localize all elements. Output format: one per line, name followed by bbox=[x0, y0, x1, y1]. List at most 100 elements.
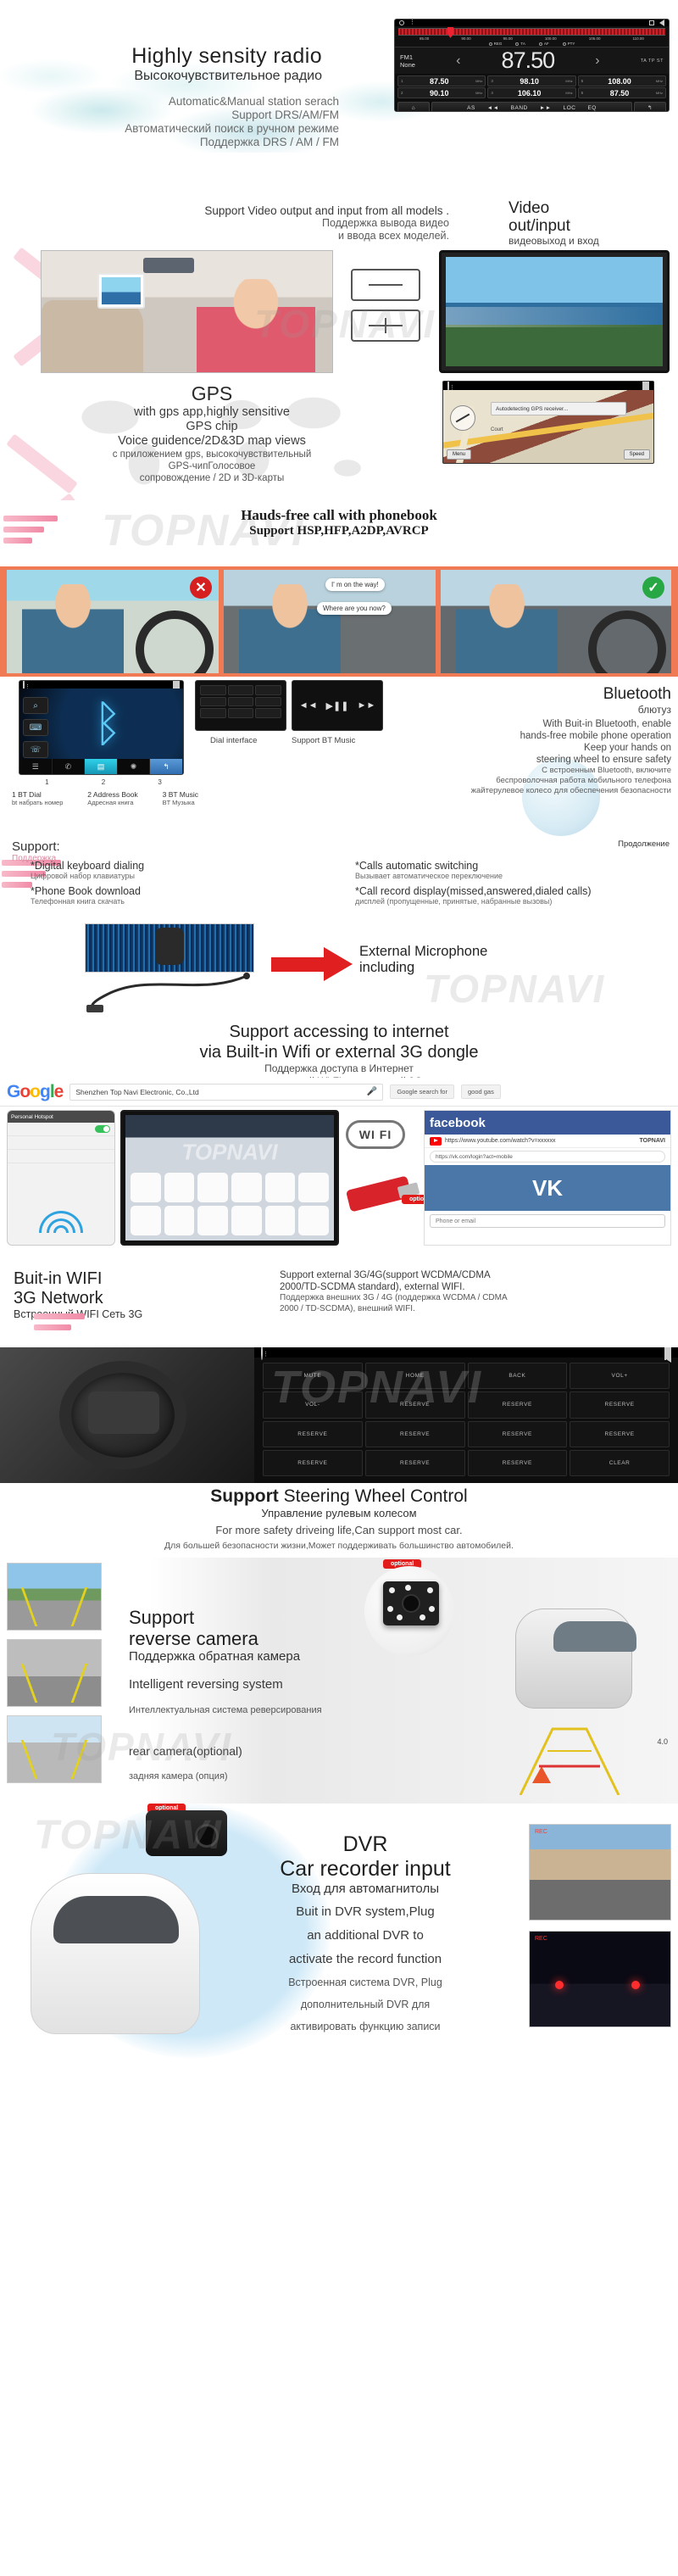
google-search-input[interactable]: Shenzhen Top Navi Electronic, Co.,Ltd 🎤 bbox=[69, 1083, 384, 1101]
menu-button[interactable]: Menu bbox=[447, 449, 472, 460]
compass-icon[interactable] bbox=[450, 405, 475, 431]
swc-button[interactable]: VOL+ bbox=[570, 1363, 670, 1390]
dial-interface-screen[interactable] bbox=[195, 680, 286, 731]
app-grid[interactable] bbox=[131, 1173, 329, 1235]
bt-back-icon[interactable]: ↰ bbox=[150, 759, 183, 774]
recent-apps-icon[interactable] bbox=[399, 20, 404, 25]
play-pause-icon[interactable]: ▶❚❚ bbox=[326, 700, 349, 711]
swc-learning-screen[interactable]: ⋮ MUTE HOME BACK VOL+ VOL- RESERVE RESER… bbox=[254, 1347, 678, 1483]
youtube-row[interactable]: https://www.youtube.com/watch?v=xxxxxx T… bbox=[425, 1135, 670, 1148]
bt-dial-tab-icon[interactable]: ☰ bbox=[19, 759, 53, 774]
hotspot-toggle[interactable] bbox=[95, 1125, 110, 1133]
web-pages-panel[interactable]: facebook https://www.youtube.com/watch?v… bbox=[424, 1110, 671, 1246]
preset-button[interactable]: 2 90.10 MHz bbox=[397, 87, 486, 98]
app-icon[interactable] bbox=[264, 1206, 296, 1235]
app-icon[interactable] bbox=[264, 1173, 296, 1202]
keypad-key[interactable] bbox=[200, 696, 226, 707]
radio-function-bar[interactable]: AS ◄◄ BAND ►► LOC EQ bbox=[431, 102, 632, 111]
bt-music-tab-icon[interactable]: ▤ bbox=[85, 759, 118, 774]
next-station-icon[interactable]: › bbox=[595, 53, 599, 69]
bluetooth-main-screen[interactable]: ⋮ ⌕ ⌨ ☏ ᛒ ☰ ✆ ▤ ✺ ↰ bbox=[19, 680, 184, 775]
app-icon[interactable] bbox=[298, 1206, 329, 1235]
keypad-key[interactable] bbox=[200, 685, 226, 695]
rds-flag-row[interactable]: REG TA AF PTY bbox=[395, 41, 669, 46]
hotspot-row[interactable] bbox=[8, 1150, 114, 1163]
back-triangle-icon[interactable] bbox=[666, 1347, 671, 1363]
tuner-scale-area[interactable]: 85.00 90.00 95.00 100.00 105.00 110.00 R… bbox=[395, 26, 669, 47]
head-unit-display[interactable]: TOPNAVI bbox=[125, 1115, 334, 1241]
bt-music-screen[interactable]: ◄◄ ▶❚❚ ►► bbox=[292, 680, 383, 731]
tuner-bar[interactable] bbox=[398, 27, 665, 38]
swc-button[interactable]: RESERVE bbox=[263, 1420, 363, 1447]
bt-call-tab-icon[interactable]: ✆ bbox=[53, 759, 86, 774]
app-icon[interactable] bbox=[231, 1173, 262, 1202]
gps-navigation-screen[interactable]: ⋮ Autodetecting GPS receiver... Menu Spe… bbox=[442, 381, 654, 464]
vk-login-input[interactable]: Phone or email bbox=[430, 1214, 665, 1228]
head-unit-home-screen[interactable]: TOPNAVI bbox=[120, 1110, 339, 1246]
hotspot-row[interactable] bbox=[8, 1136, 114, 1150]
app-icon[interactable] bbox=[231, 1206, 262, 1235]
app-icon[interactable] bbox=[197, 1173, 228, 1202]
keypad-key[interactable] bbox=[255, 696, 281, 707]
app-icon[interactable] bbox=[131, 1173, 161, 1202]
back-triangle-icon[interactable] bbox=[659, 20, 664, 26]
swc-button[interactable]: CLEAR bbox=[570, 1449, 670, 1476]
bluetooth-bottom-nav[interactable]: ☰ ✆ ▤ ✺ ↰ bbox=[19, 759, 183, 774]
bt-settings-tab-icon[interactable]: ✺ bbox=[118, 759, 151, 774]
keypad-key[interactable] bbox=[227, 685, 254, 695]
hotspot-toggle-row[interactable] bbox=[8, 1123, 114, 1136]
app-icon[interactable] bbox=[164, 1206, 195, 1235]
preset-button[interactable]: 6 87.50 MHz bbox=[577, 87, 666, 98]
loc-button[interactable]: LOC bbox=[564, 105, 576, 111]
preset-button[interactable]: 1 87.50 MHz bbox=[397, 75, 486, 86]
overflow-menu-icon[interactable]: ⋮ bbox=[263, 1352, 269, 1358]
bt-side-toolbar[interactable]: ⌕ ⌨ ☏ bbox=[23, 697, 48, 758]
facebook-header[interactable]: facebook bbox=[425, 1111, 670, 1135]
swc-button[interactable]: HOME bbox=[364, 1363, 465, 1390]
band-button[interactable]: BAND bbox=[511, 105, 528, 111]
swc-button[interactable]: RESERVE bbox=[570, 1391, 670, 1419]
keypad-icon[interactable]: ⌨ bbox=[23, 719, 48, 736]
swc-button[interactable]: RESERVE bbox=[364, 1391, 465, 1419]
eq-button[interactable]: EQ bbox=[587, 105, 596, 111]
prev-track-icon[interactable]: ◄◄ bbox=[299, 700, 318, 711]
swc-button[interactable]: RESERVE bbox=[364, 1449, 465, 1476]
prev-station-icon[interactable]: ‹ bbox=[456, 53, 460, 69]
search-icon[interactable]: ⌕ bbox=[23, 697, 48, 714]
swc-button-grid[interactable]: MUTE HOME BACK VOL+ VOL- RESERVE RESERVE… bbox=[263, 1363, 670, 1476]
phone-hotspot-panel[interactable]: Personal Hotspot bbox=[7, 1110, 115, 1246]
vk-url-bar[interactable]: https://vk.com/login?act=mobile bbox=[430, 1151, 665, 1163]
radio-head-unit[interactable]: ⋮ 85.00 90.00 95.00 100.00 105.00 110.00… bbox=[394, 19, 670, 112]
google-search-bar[interactable]: Google Shenzhen Top Navi Electronic, Co.… bbox=[0, 1078, 678, 1107]
preset-button[interactable]: 5 108.00 MHz bbox=[577, 75, 666, 86]
preset-button[interactable]: 3 98.10 MHz bbox=[487, 75, 576, 86]
radio-toolbar[interactable]: ⌂ AS ◄◄ BAND ►► LOC EQ ↰ bbox=[395, 100, 669, 111]
keypad-key[interactable] bbox=[227, 708, 254, 718]
flag-af[interactable]: AF bbox=[538, 42, 549, 46]
swc-button[interactable]: RESERVE bbox=[467, 1391, 568, 1419]
swc-button[interactable]: RESERVE bbox=[467, 1449, 568, 1476]
dial-keypad[interactable] bbox=[200, 685, 281, 718]
preset-grid[interactable]: 1 87.50 MHz 3 98.10 MHz 5 108.00 MHz 2 90.10 MHz… bbox=[395, 74, 669, 100]
back-button[interactable]: ↰ bbox=[634, 102, 666, 111]
keypad-key[interactable] bbox=[255, 708, 281, 718]
contact-icon[interactable]: ☏ bbox=[23, 741, 48, 758]
overflow-menu-icon[interactable]: ⋮ bbox=[409, 20, 415, 25]
flag-pty[interactable]: PTY bbox=[562, 42, 575, 46]
app-icon[interactable] bbox=[131, 1206, 161, 1235]
app-icon[interactable] bbox=[298, 1173, 329, 1202]
prev-button[interactable]: ◄◄ bbox=[487, 105, 499, 111]
keypad-key[interactable] bbox=[255, 685, 281, 695]
google-lucky-button[interactable]: good gas bbox=[460, 1084, 501, 1099]
swc-button[interactable]: BACK bbox=[467, 1363, 568, 1390]
swc-button[interactable]: RESERVE bbox=[364, 1420, 465, 1447]
swc-button[interactable]: RESERVE bbox=[467, 1420, 568, 1447]
app-icon[interactable] bbox=[197, 1206, 228, 1235]
map-canvas[interactable]: Autodetecting GPS receiver... Menu Speed… bbox=[443, 390, 653, 463]
preset-button[interactable]: 4 106.10 MHz bbox=[487, 87, 576, 98]
swc-button[interactable]: MUTE bbox=[263, 1363, 363, 1390]
flag-reg[interactable]: REG bbox=[488, 42, 502, 46]
app-icon[interactable] bbox=[164, 1173, 195, 1202]
home-button[interactable]: ⌂ bbox=[397, 102, 430, 111]
auto-store-button[interactable]: AS bbox=[467, 105, 475, 111]
